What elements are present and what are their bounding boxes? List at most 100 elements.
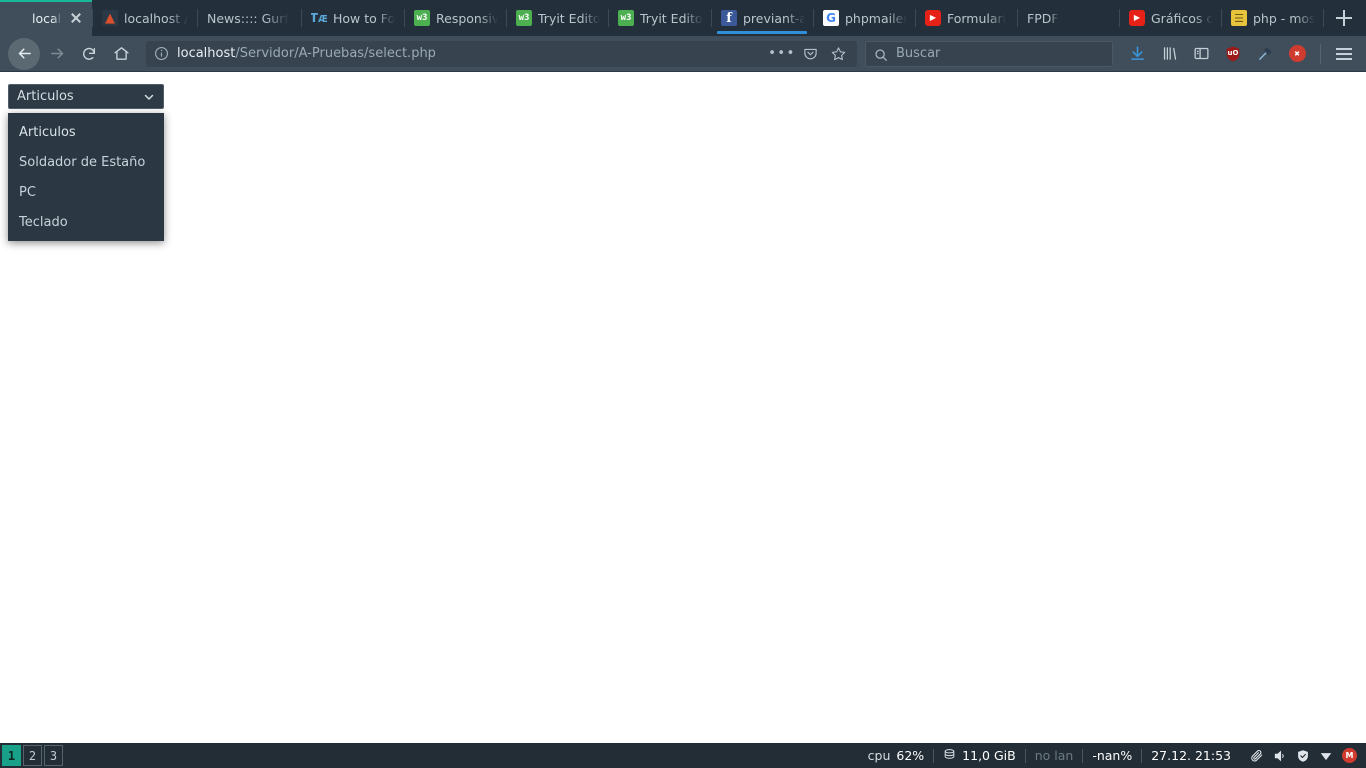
tab-divider: [404, 9, 405, 27]
w3schools-icon: w3: [618, 10, 634, 26]
tab-previant-facebook[interactable]: f previant-a: [711, 0, 813, 36]
w3schools-icon: w3: [414, 10, 430, 26]
google-icon: G: [823, 10, 839, 26]
tab-localhost-apache[interactable]: ▲ localhost /: [92, 0, 197, 36]
tab-label: phpmailer: [845, 10, 907, 26]
tab-how-to[interactable]: Tᴁ How to Fo: [301, 0, 404, 36]
dropdown-option-label: Teclado: [19, 214, 68, 230]
battery-status: -nan%: [1083, 748, 1141, 763]
tab-label: Formulari: [947, 10, 1007, 26]
tab-responsive[interactable]: w3 Responsiv: [404, 0, 506, 36]
eyedropper-icon[interactable]: [1251, 40, 1279, 68]
workspace-3[interactable]: 3: [44, 745, 63, 766]
system-tray: M: [1246, 748, 1366, 763]
chevron-down-icon: [143, 91, 155, 103]
datetime-value: 27.12. 21:53: [1151, 748, 1231, 763]
mail-badge-label: M: [1345, 751, 1354, 760]
tab-formulario-youtube[interactable]: ▶ Formulari: [915, 0, 1017, 36]
browser-window: localhost/S ▲ localhost / News:::: Gurf …: [0, 0, 1366, 768]
search-input[interactable]: Buscar: [865, 40, 1113, 67]
dropdown-option-teclado[interactable]: Teclado: [8, 207, 164, 237]
tab-label: Gráficos c: [1151, 10, 1213, 26]
blocker-icon[interactable]: ✖: [1283, 40, 1311, 68]
tab-label: FPDF: [1027, 10, 1059, 26]
url-host: localhost: [177, 46, 236, 61]
tab-strip: localhost/S ▲ localhost / News:::: Gurf …: [0, 0, 1366, 36]
network-value: no lan: [1034, 748, 1074, 763]
apache-icon: ▲: [102, 10, 118, 26]
tab-news[interactable]: News:::: Gurf: [197, 0, 301, 36]
dropdown-option-articulos[interactable]: Articulos: [8, 117, 164, 147]
tab-divider: [1119, 9, 1120, 27]
tab-label: Tryit Edito: [640, 10, 703, 26]
memory-status: 11,0 GiB: [934, 748, 1025, 764]
workspace-1[interactable]: 1: [2, 745, 21, 766]
menu-icon[interactable]: [1330, 40, 1358, 68]
url-actions: •••: [768, 41, 851, 67]
system-status: cpu 62% 11,0 GiB no lan -nan% 27.12. 21:…: [859, 748, 1246, 764]
tab-graficos-youtube[interactable]: ▶ Gráficos c: [1119, 0, 1221, 36]
tab-php-mos[interactable]: ☰ php - mos: [1221, 0, 1323, 36]
tab-fpdf[interactable]: FPDF: [1017, 0, 1119, 36]
tab-divider: [1323, 9, 1324, 27]
navigation-toolbar: localhost/Servidor/A-Pruebas/select.php …: [0, 36, 1366, 72]
tab-tryit-editor-1[interactable]: w3 Tryit Edito: [506, 0, 608, 36]
tab-divider: [92, 9, 93, 27]
clock: 27.12. 21:53: [1142, 748, 1240, 763]
tab-divider: [1017, 9, 1018, 27]
dropdown-option-soldador-de-estano[interactable]: Soldador de Estaño: [8, 147, 164, 177]
url-text[interactable]: localhost/Servidor/A-Pruebas/select.php: [177, 46, 769, 61]
none-icon: [10, 10, 26, 26]
new-tab-button[interactable]: [1323, 3, 1359, 33]
home-icon[interactable]: [106, 39, 136, 69]
tab-label: News:::: Gurf: [207, 10, 289, 26]
workspace-label: 3: [49, 748, 58, 763]
tab-divider: [915, 9, 916, 27]
dropdown-option-pc[interactable]: PC: [8, 177, 164, 207]
paperclip-icon[interactable]: [1250, 749, 1264, 763]
battery-value: -nan%: [1092, 748, 1133, 763]
network-status: no lan: [1026, 748, 1083, 763]
mail-badge-icon[interactable]: M: [1342, 748, 1357, 763]
shield-check-icon[interactable]: [1296, 749, 1310, 763]
youtube-icon: ▶: [925, 10, 941, 26]
tab-loading-bar: [717, 31, 807, 34]
blocker-badge: ✖: [1288, 45, 1306, 62]
dropdown-option-label: Articulos: [19, 124, 76, 140]
cpu-status: cpu 62%: [859, 748, 934, 763]
sidebar-icon[interactable]: [1187, 40, 1215, 68]
ublock-origin-icon[interactable]: uO: [1219, 40, 1247, 68]
tab-tryit-editor-2[interactable]: w3 Tryit Edito: [608, 0, 711, 36]
tab-phpmailer[interactable]: G phpmailer: [813, 0, 915, 36]
back-arrow-icon[interactable]: [8, 37, 40, 70]
tab-label: Tryit Edito: [538, 10, 600, 26]
pocket-icon[interactable]: [797, 41, 823, 67]
tab-label: Responsiv: [436, 10, 498, 26]
downloads-icon[interactable]: [1123, 40, 1151, 68]
info-circle-icon[interactable]: [154, 46, 170, 62]
search-icon: [874, 47, 888, 61]
articulos-select[interactable]: Articulos: [8, 84, 164, 109]
desktop-taskbar: 1 2 3 cpu 62% 11,0 GiB no lan -nan% 27.1…: [0, 743, 1366, 768]
tab-divider: [506, 9, 507, 27]
reload-icon[interactable]: [74, 39, 104, 69]
wifi-icon[interactable]: [1319, 749, 1333, 763]
memory-value: 11,0 GiB: [962, 748, 1016, 763]
library-icon[interactable]: [1155, 40, 1183, 68]
workspace-2[interactable]: 2: [23, 745, 42, 766]
disk-icon: [943, 748, 956, 764]
articulos-select-widget: Articulos Articulos Soldador de Estaño P…: [8, 84, 164, 241]
tab-localhost-select[interactable]: localhost/S: [0, 0, 92, 36]
star-icon[interactable]: [825, 41, 851, 67]
cpu-value: 62%: [896, 748, 925, 763]
w3schools-icon: w3: [516, 10, 532, 26]
cpu-label: cpu: [867, 748, 891, 763]
tab-divider: [1221, 9, 1222, 27]
ellipsis-icon[interactable]: •••: [768, 41, 795, 67]
workspace-label: 1: [7, 748, 16, 763]
forward-arrow-icon[interactable]: [42, 39, 72, 69]
url-bar[interactable]: localhost/Servidor/A-Pruebas/select.php …: [146, 40, 857, 67]
close-icon[interactable]: [68, 10, 84, 26]
tab-label: localhost /: [124, 10, 189, 26]
volume-icon[interactable]: [1273, 749, 1287, 763]
